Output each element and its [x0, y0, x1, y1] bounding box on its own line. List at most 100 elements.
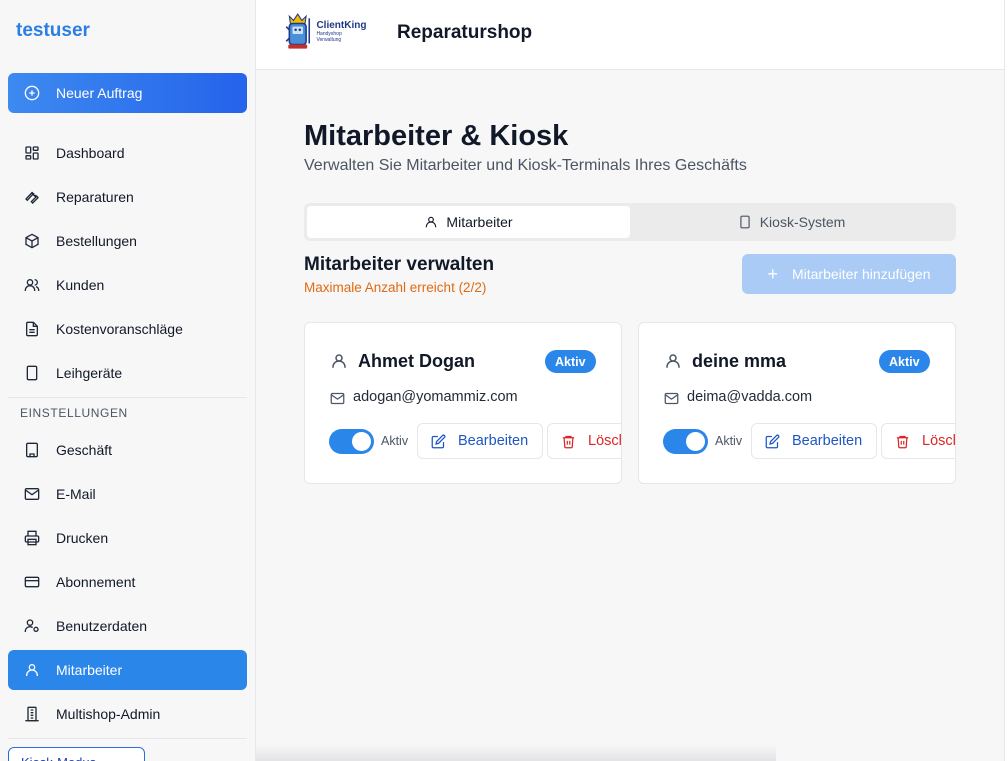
employee-email: adogan@yomammiz.com [353, 389, 518, 405]
sidebar-item-label: Benutzerdaten [56, 618, 148, 634]
users-icon [24, 277, 40, 293]
clientking-logo[interactable]: ClientKing Handyshop Verwaltung [282, 12, 366, 52]
buildings-icon [24, 706, 40, 722]
scrollbar[interactable] [1004, 0, 1008, 761]
edit-button[interactable]: Bearbeiten [417, 423, 543, 459]
top-header: ClientKing Handyshop Verwaltung Reparatu… [256, 0, 1004, 70]
sidebar-item-label: E-Mail [56, 486, 96, 502]
delete-button[interactable]: Löschen [547, 423, 621, 459]
sidebar-item-benutzerdaten[interactable]: Benutzerdaten [8, 606, 247, 646]
add-employee-button[interactable]: + Mitarbeiter hinzufügen [742, 254, 956, 294]
sidebar-item-kostenvoranschlaege[interactable]: Kostenvoranschläge [8, 309, 247, 349]
sidebar-item-kunden[interactable]: Kunden [8, 265, 247, 305]
sidebar-item-label: Kostenvoranschläge [56, 321, 183, 337]
edit-label: Bearbeiten [458, 433, 529, 449]
active-toggle[interactable] [329, 429, 374, 454]
tab-label: Mitarbeiter [446, 214, 513, 230]
new-order-button[interactable]: Neuer Auftrag [8, 73, 247, 113]
edit-button[interactable]: Bearbeiten [751, 423, 877, 459]
add-employee-label: Mitarbeiter hinzufügen [791, 266, 931, 282]
robot-king-icon [285, 13, 311, 49]
limit-warning: Maximale Anzahl erreicht (2/2) [304, 280, 487, 295]
dashboard-icon [24, 145, 40, 161]
toggle-label: Aktiv [381, 434, 409, 448]
sidebar-item-label: Mitarbeiter [56, 662, 123, 678]
trash-icon [895, 434, 910, 449]
tab-kiosk-system[interactable]: Kiosk-System [630, 206, 953, 238]
edit-label: Bearbeiten [792, 433, 863, 449]
sidebar-item-reparaturen[interactable]: Reparaturen [8, 177, 247, 217]
user-icon [24, 662, 40, 678]
logo-name: ClientKing [316, 20, 367, 32]
status-badge: Aktiv [879, 350, 930, 373]
sidebar-item-label: Abonnement [56, 574, 136, 590]
sidebar-divider [8, 397, 247, 398]
sidebar-item-label: Multishop-Admin [56, 706, 161, 722]
sidebar-username: testuser [16, 20, 90, 41]
section-title: Mitarbeiter verwalten [304, 254, 495, 275]
mail-icon [330, 391, 345, 406]
sidebar-item-label: Kunden [56, 277, 105, 293]
document-icon [24, 321, 40, 337]
shop-title: Reparaturshop [397, 22, 533, 43]
toggle-label: Aktiv [715, 434, 743, 448]
edit-icon [765, 434, 780, 449]
credit-card-icon [24, 574, 40, 590]
wrench-icon [24, 189, 40, 205]
employee-name: Ahmet Dogan [358, 351, 475, 371]
sidebar-item-label: Bestellungen [56, 233, 137, 249]
sidebar: testuser Neuer Auftrag Dashboard Reparat… [0, 0, 256, 761]
plus-circle-icon [24, 85, 40, 101]
tablet-icon [738, 215, 752, 229]
trash-icon [561, 434, 576, 449]
sidebar-item-multishop-admin[interactable]: Multishop-Admin [8, 694, 247, 734]
active-toggle[interactable] [663, 429, 708, 454]
sidebar-item-label: Drucken [56, 530, 109, 546]
sidebar-item-email[interactable]: E-Mail [8, 474, 247, 514]
printer-icon [24, 530, 40, 546]
kiosk-mode-button[interactable]: Kiosk-Modus [8, 747, 145, 761]
sidebar-item-abonnement[interactable]: Abonnement [8, 562, 247, 602]
building-icon [24, 442, 40, 458]
user-icon [424, 215, 438, 229]
sidebar-item-label: Dashboard [56, 145, 125, 161]
package-icon [24, 233, 40, 249]
sidebar-item-mitarbeiter[interactable]: Mitarbeiter [8, 650, 247, 690]
mail-icon [664, 391, 679, 406]
employee-card: Ahmet Dogan Aktiv adogan@yomammiz.com Ak… [304, 322, 622, 484]
mail-icon [24, 486, 40, 502]
delete-label: Löschen [588, 433, 621, 449]
status-badge: Aktiv [545, 350, 596, 373]
tablet-icon [24, 365, 40, 381]
toggle-knob [686, 432, 705, 451]
plus-icon: + [767, 264, 778, 284]
page-title: Mitarbeiter & Kiosk [304, 120, 569, 152]
toggle-knob [352, 432, 371, 451]
tab-bar: Mitarbeiter Kiosk-System [304, 203, 956, 241]
user-cog-icon [24, 618, 40, 634]
sidebar-item-drucken[interactable]: Drucken [8, 518, 247, 558]
sidebar-item-leihgeraete[interactable]: Leihgeräte [8, 353, 247, 393]
tab-mitarbeiter[interactable]: Mitarbeiter [307, 206, 630, 238]
sidebar-item-label: Leihgeräte [56, 365, 123, 381]
sidebar-item-label: Reparaturen [56, 189, 134, 205]
page-subtitle: Verwalten Sie Mitarbeiter und Kiosk-Term… [304, 157, 747, 174]
settings-section-label: EINSTELLUNGEN [20, 406, 128, 420]
user-icon [664, 352, 682, 370]
sidebar-item-bestellungen[interactable]: Bestellungen [8, 221, 247, 261]
employee-name: deine mma [692, 351, 787, 371]
delete-button[interactable]: Löschen [881, 423, 955, 459]
new-order-label: Neuer Auftrag [56, 85, 143, 101]
user-icon [330, 352, 348, 370]
tab-label: Kiosk-System [759, 214, 846, 230]
logo-subtitle: Handyshop Verwaltung [316, 31, 342, 44]
employee-email: deima@vadda.com [687, 389, 813, 405]
bottom-shadow [256, 745, 776, 761]
edit-icon [431, 434, 446, 449]
sidebar-item-label: Geschäft [56, 442, 113, 458]
sidebar-item-geschaeft[interactable]: Geschäft [8, 430, 247, 470]
sidebar-item-dashboard[interactable]: Dashboard [8, 133, 247, 173]
sidebar-divider [8, 738, 247, 739]
employee-card: deine mma Aktiv deima@vadda.com Aktiv Be… [638, 322, 956, 484]
delete-label: Löschen [922, 433, 955, 449]
